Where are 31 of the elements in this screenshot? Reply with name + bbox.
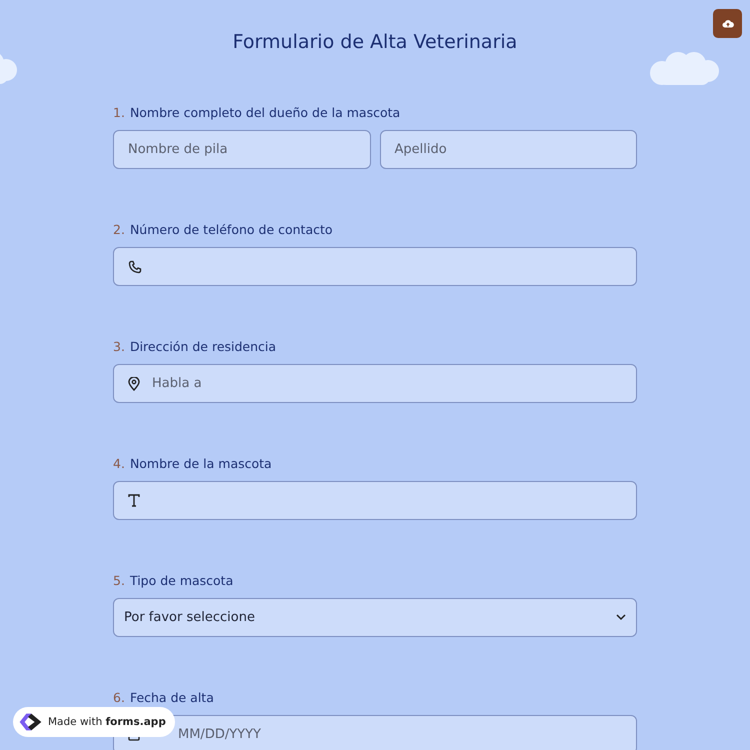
question-label: Dirección de residencia bbox=[130, 339, 276, 355]
question-label: Fecha de alta bbox=[130, 690, 214, 706]
question-number: 2. bbox=[113, 222, 125, 238]
placeholder-text: MM/DD/YYYY bbox=[178, 727, 261, 742]
question-number: 3. bbox=[113, 339, 125, 355]
question-label: Tipo de mascota bbox=[130, 573, 234, 589]
question-number: 1. bbox=[113, 105, 125, 121]
form-title: Formulario de Alta Veterinaria bbox=[232, 31, 518, 53]
question-label: Nombre completo del dueño de la mascota bbox=[130, 105, 400, 121]
question-number: 4. bbox=[113, 456, 125, 472]
placeholder-text: Apellido bbox=[394, 142, 447, 157]
placeholder-text: Habla a bbox=[152, 376, 202, 391]
question-label: Número de teléfono de contacto bbox=[130, 222, 333, 238]
placeholder-text: Nombre de pila bbox=[128, 142, 228, 157]
location-pin-icon bbox=[128, 376, 140, 390]
text-field[interactable]: Apellido bbox=[380, 130, 637, 169]
text-field[interactable]: Nombre de pila bbox=[113, 130, 370, 169]
upload-button[interactable] bbox=[713, 9, 742, 38]
text-icon bbox=[128, 494, 140, 507]
phone-field[interactable] bbox=[113, 247, 637, 286]
text-field[interactable]: Habla a bbox=[113, 364, 637, 403]
made-with-toast[interactable]: Made with forms.app bbox=[13, 707, 175, 737]
text-field[interactable] bbox=[113, 481, 637, 520]
phone-icon bbox=[128, 260, 142, 274]
question-label: Nombre de la mascota bbox=[130, 456, 272, 472]
question-number: 6. bbox=[113, 690, 125, 706]
cloud-upload-icon bbox=[722, 19, 734, 28]
chevron-down-icon bbox=[616, 614, 626, 621]
dropdown[interactable]: Por favor seleccione bbox=[113, 598, 637, 637]
question-number: 5. bbox=[113, 573, 125, 589]
logo-icon bbox=[18, 712, 43, 732]
